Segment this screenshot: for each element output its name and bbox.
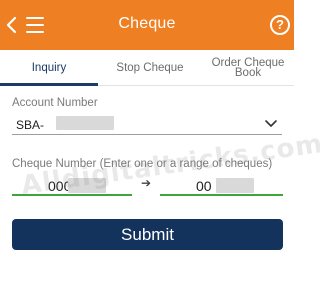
cheque-number-label: Cheque Number (Enter one or a range of c… bbox=[12, 158, 273, 170]
account-number-value: SBA- bbox=[16, 118, 45, 132]
chevron-down-icon bbox=[265, 120, 277, 127]
submit-button[interactable]: Submit bbox=[12, 219, 283, 250]
help-icon[interactable]: ? bbox=[270, 15, 290, 35]
account-number-label: Account Number bbox=[12, 97, 98, 109]
cheque-to-input[interactable]: 00 bbox=[160, 174, 283, 196]
redacted-mask bbox=[216, 178, 254, 193]
cheque-from-input[interactable]: 000 bbox=[12, 174, 132, 196]
tab-stop-cheque[interactable]: Stop Cheque bbox=[98, 50, 202, 86]
app-header: Cheque ? bbox=[0, 0, 294, 50]
account-number-select[interactable]: SBA- bbox=[12, 113, 282, 135]
tab-bar: Inquiry Stop Cheque Order Cheque Book bbox=[0, 50, 294, 86]
page-title: Cheque bbox=[118, 15, 176, 32]
tab-inquiry[interactable]: Inquiry bbox=[0, 50, 98, 86]
range-arrow-icon: ➔ bbox=[141, 176, 152, 190]
redacted-mask bbox=[56, 116, 114, 130]
tab-order-cheque-book[interactable]: Order Cheque Book bbox=[202, 50, 294, 86]
redacted-mask bbox=[68, 178, 106, 193]
active-tab-indicator bbox=[0, 83, 98, 86]
cheque-to-value: 00 bbox=[196, 178, 212, 194]
